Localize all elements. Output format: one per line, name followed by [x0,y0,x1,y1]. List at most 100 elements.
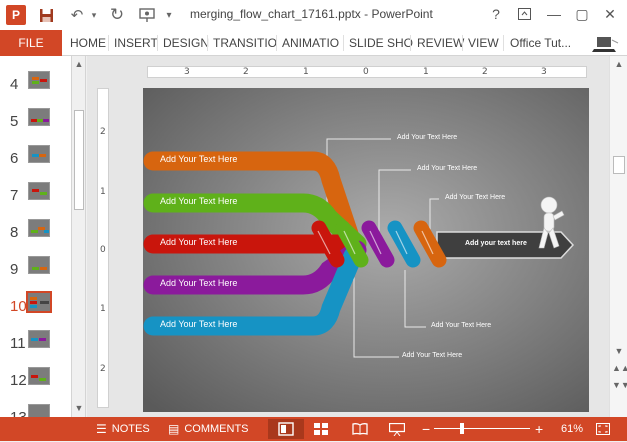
tab-separator [343,35,344,51]
file-tab[interactable]: FILE [0,30,62,56]
horizontal-ruler: 3 2 1 0 1 2 3 [147,66,587,78]
document-title: merging_flow_chart_17161.pptx - PowerPoi… [190,7,433,21]
previous-slide-icon[interactable]: ▲▲ [612,363,627,373]
tab-design[interactable]: DESIGN [163,30,209,56]
notes-label: NOTES [111,423,150,435]
undo-dropdown-icon[interactable]: ▾ [88,4,100,26]
arrow-text[interactable]: Add your text here [465,240,527,247]
thumbnail-slide-12[interactable]: 12 [0,362,71,399]
ruler-tick-label: 1 [100,304,106,314]
ruler-tick-label: 2 [243,67,249,77]
slide-thumbnail-image [28,404,50,417]
slide-editing-area: 3 2 1 0 1 2 3 2 1 0 1 2 Add Your Text He… [87,56,609,417]
slide-thumbnail-image [28,182,50,200]
callout-4-text[interactable]: Add Your Text Here [431,322,491,329]
tab-view[interactable]: VIEW [468,30,499,56]
callout-1-text[interactable]: Add Your Text Here [397,134,457,141]
comments-icon: ▤ [168,422,180,436]
left-box-3-text[interactable]: Add Your Text Here [160,237,237,247]
reading-view-icon[interactable] [352,417,368,441]
ribbon-tabs: FILE HOME INSERT DESIGN TRANSITIO ANIMAT… [0,30,627,56]
start-from-beginning-icon[interactable] [136,4,158,26]
thumbnail-slide-8[interactable]: 8 [0,214,71,251]
thumbnail-slide-11[interactable]: 11 [0,325,71,362]
powerpoint-app-icon[interactable]: P [6,5,26,25]
undo-icon[interactable]: ↶ [66,4,88,26]
tab-animations[interactable]: ANIMATIO [282,30,339,56]
tab-separator [276,35,277,51]
slide-thumbnail-image [28,108,50,126]
close-icon[interactable]: ✕ [598,3,622,25]
comments-label: COMMENTS [184,423,249,435]
thumbnail-slide-10-active[interactable]: 10 [0,288,71,325]
zoom-slider-thumb[interactable] [460,423,464,434]
left-box-2-text[interactable]: Add Your Text Here [160,196,237,206]
notes-button[interactable]: ☰ NOTES [96,417,150,441]
thumbnail-number: 4 [10,76,19,93]
ribbon-display-options-icon[interactable] [512,3,536,25]
account-name[interactable]: Office Tut... [510,30,571,56]
scroll-down-arrow-icon[interactable]: ▼ [72,403,86,413]
normal-view-button[interactable] [268,419,304,439]
account-avatar-icon[interactable] [590,33,620,53]
customize-quick-access-icon[interactable]: ▾ [162,4,176,26]
tab-separator [462,35,463,51]
zoom-out-icon[interactable]: − [422,417,430,441]
thumbnail-scrollbar[interactable]: ▲ ▼ [72,56,86,417]
scrollbar-thumb[interactable] [74,110,84,210]
ruler-tick-label: 2 [482,67,488,77]
scrollbar-thumb[interactable] [613,156,625,174]
comments-button[interactable]: ▤ COMMENTS [168,417,249,441]
zoom-slider-track[interactable] [434,428,530,429]
left-box-4-text[interactable]: Add Your Text Here [160,278,237,288]
zoom-in-icon[interactable]: + [535,417,543,441]
thumbnail-number: 6 [10,150,19,167]
scroll-up-arrow-icon[interactable]: ▲ [612,59,626,69]
left-box-5-text[interactable]: Add Your Text Here [160,319,237,329]
tab-home[interactable]: HOME [70,30,106,56]
next-slide-icon[interactable]: ▼▼ [612,380,627,390]
minimize-icon[interactable]: — [542,3,566,25]
thumbnail-slide-7[interactable]: 7 [0,177,71,214]
tab-separator [157,35,158,51]
thumbnail-number: 12 [10,372,27,389]
thumbnail-number: 9 [10,261,19,278]
thumbnail-slide-4[interactable]: 4 [0,66,71,103]
slide-thumbnail-image [28,330,50,348]
tab-transitions[interactable]: TRANSITIO [213,30,277,56]
callout-2-text[interactable]: Add Your Text Here [417,165,477,172]
slide-canvas[interactable]: Add Your Text Here Add Your Text Here Ad… [143,88,589,412]
thumbnail-slide-13[interactable]: 13 [0,399,71,417]
left-box-1-text[interactable]: Add Your Text Here [160,154,237,164]
tab-slide-show[interactable]: SLIDE SHO [349,30,413,56]
zoom-level[interactable]: 61% [561,417,583,441]
ruler-tick-label: 1 [303,67,309,77]
callout-5-text[interactable]: Add Your Text Here [402,352,462,359]
thumbnail-number: 10 [10,298,27,315]
fit-to-window-icon[interactable] [596,417,610,441]
thumbnail-slide-6[interactable]: 6 [0,140,71,177]
save-icon[interactable] [34,4,58,26]
notes-icon: ☰ [96,422,107,436]
ruler-tick-label: 1 [423,67,429,77]
callout-3-text[interactable]: Add Your Text Here [445,194,505,201]
tab-insert[interactable]: INSERT [114,30,158,56]
restore-icon[interactable]: ▢ [570,3,594,25]
ruler-tick-label: 1 [100,187,106,197]
slide-sorter-view-icon[interactable] [314,417,328,441]
help-icon[interactable]: ? [484,3,508,25]
tab-review[interactable]: REVIEW [417,30,464,56]
ruler-tick-label: 2 [100,127,106,137]
slide-thumbnail-image [28,71,50,89]
scroll-up-arrow-icon[interactable]: ▲ [72,59,86,69]
slide-show-view-icon[interactable] [389,417,405,441]
slide-scrollbar[interactable]: ▲ ▼ ▲▲ ▼▼ [609,56,627,417]
merging-flow-chart-graphic [143,88,589,412]
thumbnail-number: 7 [10,187,19,204]
tab-separator [410,35,411,51]
thumbnail-slide-5[interactable]: 5 [0,103,71,140]
redo-icon[interactable]: ↻ [106,4,128,26]
scroll-down-arrow-icon[interactable]: ▼ [612,346,626,356]
ruler-tick-label: 3 [184,67,190,77]
thumbnail-slide-9[interactable]: 9 [0,251,71,288]
